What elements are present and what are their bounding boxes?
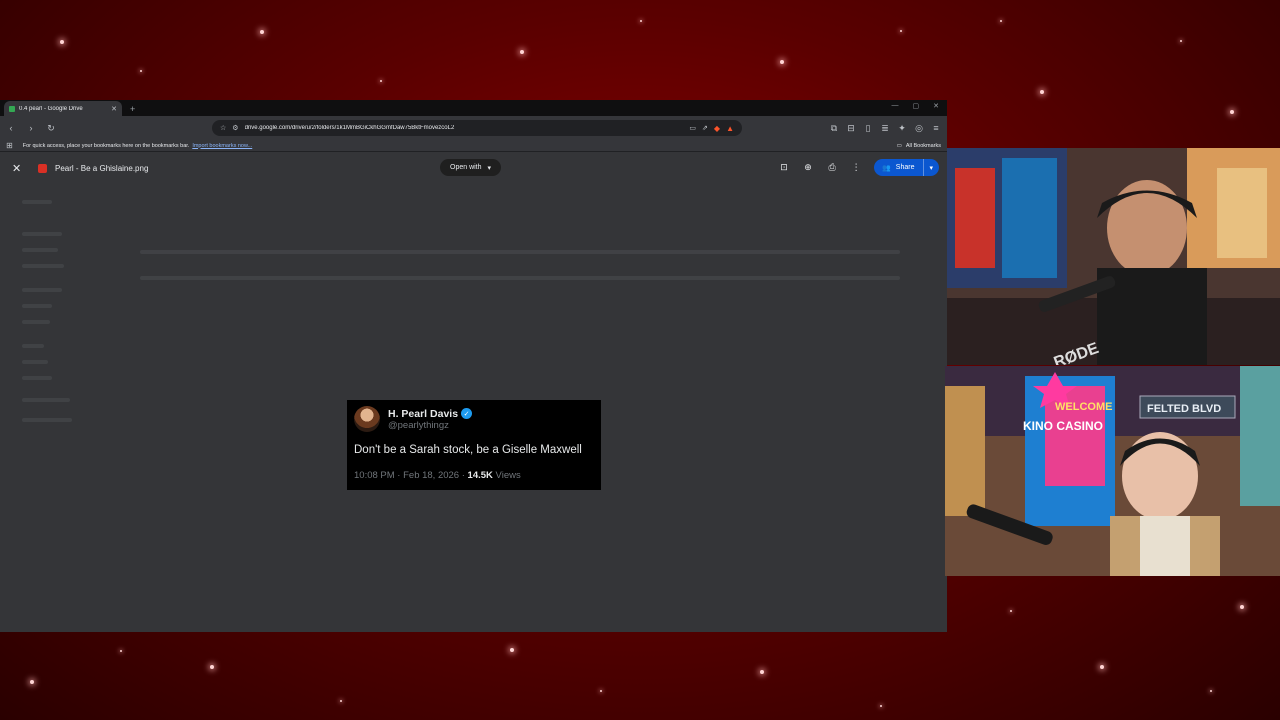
- tweet-time: 10:08 PM · Feb 18, 2026 ·: [354, 470, 465, 481]
- close-window-icon[interactable]: ✕: [933, 102, 939, 110]
- share-button[interactable]: 👥 Share ▾: [874, 159, 939, 176]
- all-bookmarks-label: All Bookmarks: [905, 142, 941, 149]
- browser-window: 0.4 pearl - Google Drive ✕ + — ▢ ✕ ‹ › ↻…: [0, 100, 947, 632]
- open-with-label: Open with: [450, 164, 482, 171]
- share-label: Share: [895, 164, 915, 171]
- vpn-icon[interactable]: ◎: [914, 123, 924, 134]
- apps-grid-icon[interactable]: ⊞: [6, 141, 13, 150]
- verified-badge-icon: ✓: [461, 408, 473, 419]
- print-icon[interactable]: ⎙: [826, 162, 838, 173]
- webcam-top: RØDE: [947, 148, 1280, 365]
- bookmarks-prompt: For quick access, place your bookmarks h…: [22, 142, 190, 149]
- image-file-icon: [38, 163, 47, 173]
- chevron-down-icon: ▾: [487, 164, 492, 172]
- avatar: [354, 406, 380, 432]
- tweet-handle: @pearlythingz: [388, 419, 449, 431]
- minimize-icon[interactable]: —: [892, 102, 899, 110]
- webcam-top-scene: RØDE: [947, 148, 1280, 365]
- sign-casino: KINO CASINO: [1023, 419, 1103, 433]
- new-tab-button[interactable]: +: [130, 104, 135, 114]
- share-dropdown-icon[interactable]: ▾: [929, 164, 933, 172]
- address-bar[interactable]: ☆ ⚙ drive.google.com/drive/u/2/folders/1…: [212, 120, 742, 136]
- tab-title: 0.4 pearl - Google Drive: [19, 105, 83, 112]
- viewer-actions: ⊡ ⊕ ⎙ ⋮ 👥 Share ▾: [778, 159, 939, 176]
- reading-list-icon[interactable]: ≣: [880, 123, 890, 134]
- people-icon: 👥: [882, 164, 891, 172]
- back-icon[interactable]: ‹: [6, 123, 16, 133]
- extension-icon-2[interactable]: ⊟: [846, 123, 856, 134]
- browser-toolbar: ‹ › ↻ ☆ ⚙ drive.google.com/drive/u/2/fol…: [0, 116, 947, 140]
- puzzle-icon[interactable]: ✦: [897, 123, 907, 134]
- site-info-icon[interactable]: ⚙: [232, 124, 238, 132]
- tweet-display-name: H. Pearl Davis: [388, 407, 459, 420]
- all-bookmarks-button[interactable]: ▭ All Bookmarks: [897, 143, 941, 149]
- menu-icon[interactable]: ≡: [931, 123, 941, 134]
- close-tab-icon[interactable]: ✕: [111, 105, 117, 113]
- tweet-text: Don't be a Sarah stock, be a Giselle Max…: [354, 444, 582, 456]
- cast-icon[interactable]: ▭: [689, 124, 696, 132]
- sidebar-icon[interactable]: ▯: [863, 123, 873, 134]
- tab-strip: 0.4 pearl - Google Drive ✕ + — ▢ ✕: [0, 100, 947, 116]
- webcam-bottom-scene: WELCOME KINO CASINO FELTED BLVD: [945, 366, 1280, 576]
- window-controls: — ▢ ✕: [892, 102, 940, 110]
- tab-google-drive[interactable]: 0.4 pearl - Google Drive ✕: [4, 101, 122, 116]
- url-text: drive.google.com/drive/u/2/folders/1k1Mm…: [244, 125, 455, 131]
- brave-rewards-icon[interactable]: ▲: [726, 124, 734, 133]
- tweet-image: H. Pearl Davis ✓ @pearlythingz Don't be …: [347, 400, 601, 490]
- file-name: Pearl - Be a Ghislaine.png: [55, 163, 149, 173]
- sign-welcome: WELCOME: [1055, 401, 1112, 413]
- add-comment-icon[interactable]: ⊕: [802, 162, 814, 173]
- webcam-bottom: WELCOME KINO CASINO FELTED BLVD: [945, 366, 1280, 576]
- add-shortcut-icon[interactable]: ⊡: [778, 162, 790, 173]
- reload-icon[interactable]: ↻: [46, 123, 56, 134]
- brave-shields-icon[interactable]: ◆: [714, 124, 720, 133]
- open-with-button[interactable]: Open with ▾: [440, 159, 502, 176]
- tweet-views-label: Views: [495, 470, 521, 481]
- share-page-icon[interactable]: ⇗: [702, 124, 708, 132]
- import-bookmarks-link[interactable]: Import bookmarks now...: [192, 143, 252, 149]
- forward-icon[interactable]: ›: [26, 123, 36, 133]
- sign-street: FELTED BLVD: [1147, 403, 1221, 415]
- drive-file-viewer: ✕ Pearl - Be a Ghislaine.png Open with ▾…: [0, 152, 947, 632]
- extension-icon[interactable]: ⧉: [829, 123, 839, 134]
- tweet-views-count: 14.5K: [467, 470, 493, 481]
- folder-icon: ▭: [896, 142, 902, 149]
- drive-background-listing: [0, 152, 947, 632]
- close-viewer-icon[interactable]: ✕: [12, 162, 26, 175]
- more-options-icon[interactable]: ⋮: [850, 162, 862, 173]
- bookmarks-bar: ⊞ For quick access, place your bookmarks…: [0, 140, 947, 152]
- maximize-icon[interactable]: ▢: [913, 102, 920, 110]
- tweet-meta: 10:08 PM · Feb 18, 2026 · 14.5K Views: [354, 470, 594, 481]
- google-drive-icon: [9, 105, 15, 112]
- bookmark-star-icon[interactable]: ☆: [220, 124, 226, 132]
